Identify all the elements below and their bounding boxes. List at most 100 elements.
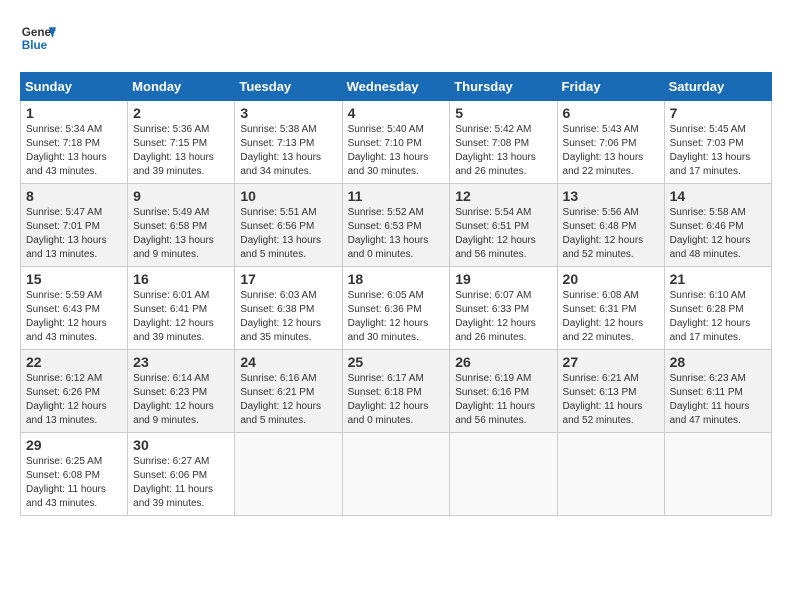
day-info: Sunrise: 6:27 AMSunset: 6:06 PMDaylight:… xyxy=(133,455,229,511)
day-info: Sunrise: 5:49 AMSunset: 6:58 PMDaylight:… xyxy=(133,206,229,262)
calendar-cell: 8 Sunrise: 5:47 AMSunset: 7:01 PMDaylight… xyxy=(21,184,128,267)
calendar-cell: 16 Sunrise: 6:01 AMSunset: 6:41 PMDayligh… xyxy=(128,267,235,350)
week-row-3: 15 Sunrise: 5:59 AMSunset: 6:43 PMDayligh… xyxy=(21,267,772,350)
day-number: 17 xyxy=(240,271,336,287)
calendar-cell: 5Sunrise: 5:42 AMSunset: 7:08 PMDaylight… xyxy=(450,101,557,184)
calendar-cell: 17 Sunrise: 6:03 AMSunset: 6:38 PMDayligh… xyxy=(235,267,342,350)
day-number: 7 xyxy=(670,105,766,121)
day-number: 30 xyxy=(133,437,229,453)
day-info: Sunrise: 6:16 AMSunset: 6:21 PMDaylight:… xyxy=(240,372,336,428)
day-number: 8 xyxy=(26,188,122,204)
day-info: Sunrise: 5:47 AMSunset: 7:01 PMDaylight:… xyxy=(26,206,122,262)
day-info: Sunrise: 5:58 AMSunset: 6:46 PMDaylight:… xyxy=(670,206,766,262)
logo: General Blue xyxy=(20,20,56,56)
day-number: 23 xyxy=(133,354,229,370)
calendar-cell: 6Sunrise: 5:43 AMSunset: 7:06 PMDaylight… xyxy=(557,101,664,184)
day-number: 20 xyxy=(563,271,659,287)
calendar-cell: 2 Sunrise: 5:36 AMSunset: 7:15 PMDaylight… xyxy=(128,101,235,184)
calendar-cell: 23 Sunrise: 6:14 AMSunset: 6:23 PMDayligh… xyxy=(128,350,235,433)
day-number: 1 xyxy=(26,105,122,121)
day-info: Sunrise: 6:03 AMSunset: 6:38 PMDaylight:… xyxy=(240,289,336,345)
week-row-2: 8 Sunrise: 5:47 AMSunset: 7:01 PMDaylight… xyxy=(21,184,772,267)
week-row-1: 1 Sunrise: 5:34 AMSunset: 7:18 PMDaylight… xyxy=(21,101,772,184)
column-header-tuesday: Tuesday xyxy=(235,73,342,101)
column-header-sunday: Sunday xyxy=(21,73,128,101)
calendar-cell: 25 Sunrise: 6:17 AMSunset: 6:18 PMDayligh… xyxy=(342,350,450,433)
day-number: 11 xyxy=(348,188,445,204)
calendar-cell: 1 Sunrise: 5:34 AMSunset: 7:18 PMDaylight… xyxy=(21,101,128,184)
day-number: 19 xyxy=(455,271,551,287)
calendar-cell: 18 Sunrise: 6:05 AMSunset: 6:36 PMDayligh… xyxy=(342,267,450,350)
calendar-cell: 7 Sunrise: 5:45 AMSunset: 7:03 PMDaylight… xyxy=(664,101,771,184)
day-info: Sunrise: 6:21 AMSunset: 6:13 PMDaylight:… xyxy=(563,372,659,428)
calendar-cell: 15 Sunrise: 5:59 AMSunset: 6:43 PMDayligh… xyxy=(21,267,128,350)
calendar-cell: 21 Sunrise: 6:10 AMSunset: 6:28 PMDayligh… xyxy=(664,267,771,350)
calendar-cell: 10Sunrise: 5:51 AMSunset: 6:56 PMDayligh… xyxy=(235,184,342,267)
day-number: 29 xyxy=(26,437,122,453)
day-headers-row: SundayMondayTuesdayWednesdayThursdayFrid… xyxy=(21,73,772,101)
calendar-cell: 20 Sunrise: 6:08 AMSunset: 6:31 PMDayligh… xyxy=(557,267,664,350)
day-info: Sunrise: 5:43 AMSunset: 7:06 PMDaylight:… xyxy=(563,123,659,179)
calendar-cell: 29 Sunrise: 6:25 AMSunset: 6:08 PMDayligh… xyxy=(21,433,128,516)
calendar-table: SundayMondayTuesdayWednesdayThursdayFrid… xyxy=(20,72,772,516)
day-number: 3 xyxy=(240,105,336,121)
day-number: 15 xyxy=(26,271,122,287)
calendar-cell: 13 Sunrise: 5:56 AMSunset: 6:48 PMDayligh… xyxy=(557,184,664,267)
calendar-cell: 14Sunrise: 5:58 AMSunset: 6:46 PMDayligh… xyxy=(664,184,771,267)
day-info: Sunrise: 6:08 AMSunset: 6:31 PMDaylight:… xyxy=(563,289,659,345)
column-header-monday: Monday xyxy=(128,73,235,101)
day-number: 24 xyxy=(240,354,336,370)
week-row-4: 22Sunrise: 6:12 AMSunset: 6:26 PMDayligh… xyxy=(21,350,772,433)
day-info: Sunrise: 5:36 AMSunset: 7:15 PMDaylight:… xyxy=(133,123,229,179)
week-row-5: 29 Sunrise: 6:25 AMSunset: 6:08 PMDayligh… xyxy=(21,433,772,516)
day-info: Sunrise: 5:54 AMSunset: 6:51 PMDaylight:… xyxy=(455,206,551,262)
logo-icon: General Blue xyxy=(20,20,56,56)
day-number: 2 xyxy=(133,105,229,121)
column-header-wednesday: Wednesday xyxy=(342,73,450,101)
column-header-thursday: Thursday xyxy=(450,73,557,101)
day-number: 4 xyxy=(348,105,445,121)
day-info: Sunrise: 5:45 AMSunset: 7:03 PMDaylight:… xyxy=(670,123,766,179)
day-info: Sunrise: 5:34 AMSunset: 7:18 PMDaylight:… xyxy=(26,123,122,179)
day-info: Sunrise: 5:52 AMSunset: 6:53 PMDaylight:… xyxy=(348,206,445,262)
calendar-cell: 3 Sunrise: 5:38 AMSunset: 7:13 PMDaylight… xyxy=(235,101,342,184)
day-number: 10 xyxy=(240,188,336,204)
day-number: 16 xyxy=(133,271,229,287)
day-info: Sunrise: 6:23 AMSunset: 6:11 PMDaylight:… xyxy=(670,372,766,428)
day-number: 25 xyxy=(348,354,445,370)
svg-text:Blue: Blue xyxy=(22,39,48,52)
day-number: 22 xyxy=(26,354,122,370)
calendar-cell: 11 Sunrise: 5:52 AMSunset: 6:53 PMDayligh… xyxy=(342,184,450,267)
day-info: Sunrise: 5:40 AMSunset: 7:10 PMDaylight:… xyxy=(348,123,445,179)
calendar-cell: 30 Sunrise: 6:27 AMSunset: 6:06 PMDayligh… xyxy=(128,433,235,516)
day-info: Sunrise: 5:56 AMSunset: 6:48 PMDaylight:… xyxy=(563,206,659,262)
calendar-cell: 4 Sunrise: 5:40 AMSunset: 7:10 PMDaylight… xyxy=(342,101,450,184)
day-number: 13 xyxy=(563,188,659,204)
day-info: Sunrise: 5:59 AMSunset: 6:43 PMDaylight:… xyxy=(26,289,122,345)
day-info: Sunrise: 5:38 AMSunset: 7:13 PMDaylight:… xyxy=(240,123,336,179)
day-number: 27 xyxy=(563,354,659,370)
day-number: 18 xyxy=(348,271,445,287)
day-number: 26 xyxy=(455,354,551,370)
day-info: Sunrise: 6:14 AMSunset: 6:23 PMDaylight:… xyxy=(133,372,229,428)
calendar-cell: 9 Sunrise: 5:49 AMSunset: 6:58 PMDaylight… xyxy=(128,184,235,267)
calendar-cell: 28 Sunrise: 6:23 AMSunset: 6:11 PMDayligh… xyxy=(664,350,771,433)
day-info: Sunrise: 6:01 AMSunset: 6:41 PMDaylight:… xyxy=(133,289,229,345)
calendar-cell: 12Sunrise: 5:54 AMSunset: 6:51 PMDayligh… xyxy=(450,184,557,267)
calendar-cell xyxy=(235,433,342,516)
day-info: Sunrise: 6:25 AMSunset: 6:08 PMDaylight:… xyxy=(26,455,122,511)
calendar-cell xyxy=(557,433,664,516)
column-header-saturday: Saturday xyxy=(664,73,771,101)
day-info: Sunrise: 6:17 AMSunset: 6:18 PMDaylight:… xyxy=(348,372,445,428)
day-info: Sunrise: 6:19 AMSunset: 6:16 PMDaylight:… xyxy=(455,372,551,428)
calendar-cell xyxy=(450,433,557,516)
day-info: Sunrise: 5:42 AMSunset: 7:08 PMDaylight:… xyxy=(455,123,551,179)
day-number: 21 xyxy=(670,271,766,287)
day-info: Sunrise: 6:05 AMSunset: 6:36 PMDaylight:… xyxy=(348,289,445,345)
day-number: 9 xyxy=(133,188,229,204)
calendar-cell xyxy=(342,433,450,516)
calendar-cell xyxy=(664,433,771,516)
day-number: 28 xyxy=(670,354,766,370)
day-info: Sunrise: 6:07 AMSunset: 6:33 PMDaylight:… xyxy=(455,289,551,345)
day-info: Sunrise: 6:10 AMSunset: 6:28 PMDaylight:… xyxy=(670,289,766,345)
